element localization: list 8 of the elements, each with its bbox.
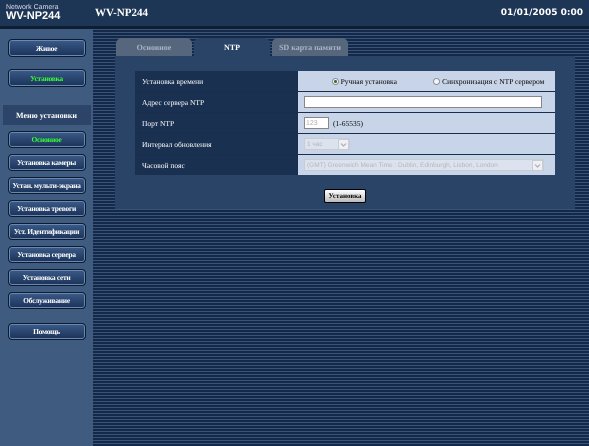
menu-title: Меню установки	[2, 105, 90, 125]
radio-icon[interactable]	[332, 78, 339, 84]
tab[interactable]: NTP	[194, 38, 270, 56]
radio-icon[interactable]	[433, 78, 440, 84]
model-name: WV-NP244	[6, 11, 62, 22]
input-field[interactable]	[304, 96, 542, 108]
page-title: WV-NP244	[95, 7, 148, 19]
date-time: 01/01/2005 0:00	[500, 8, 583, 18]
